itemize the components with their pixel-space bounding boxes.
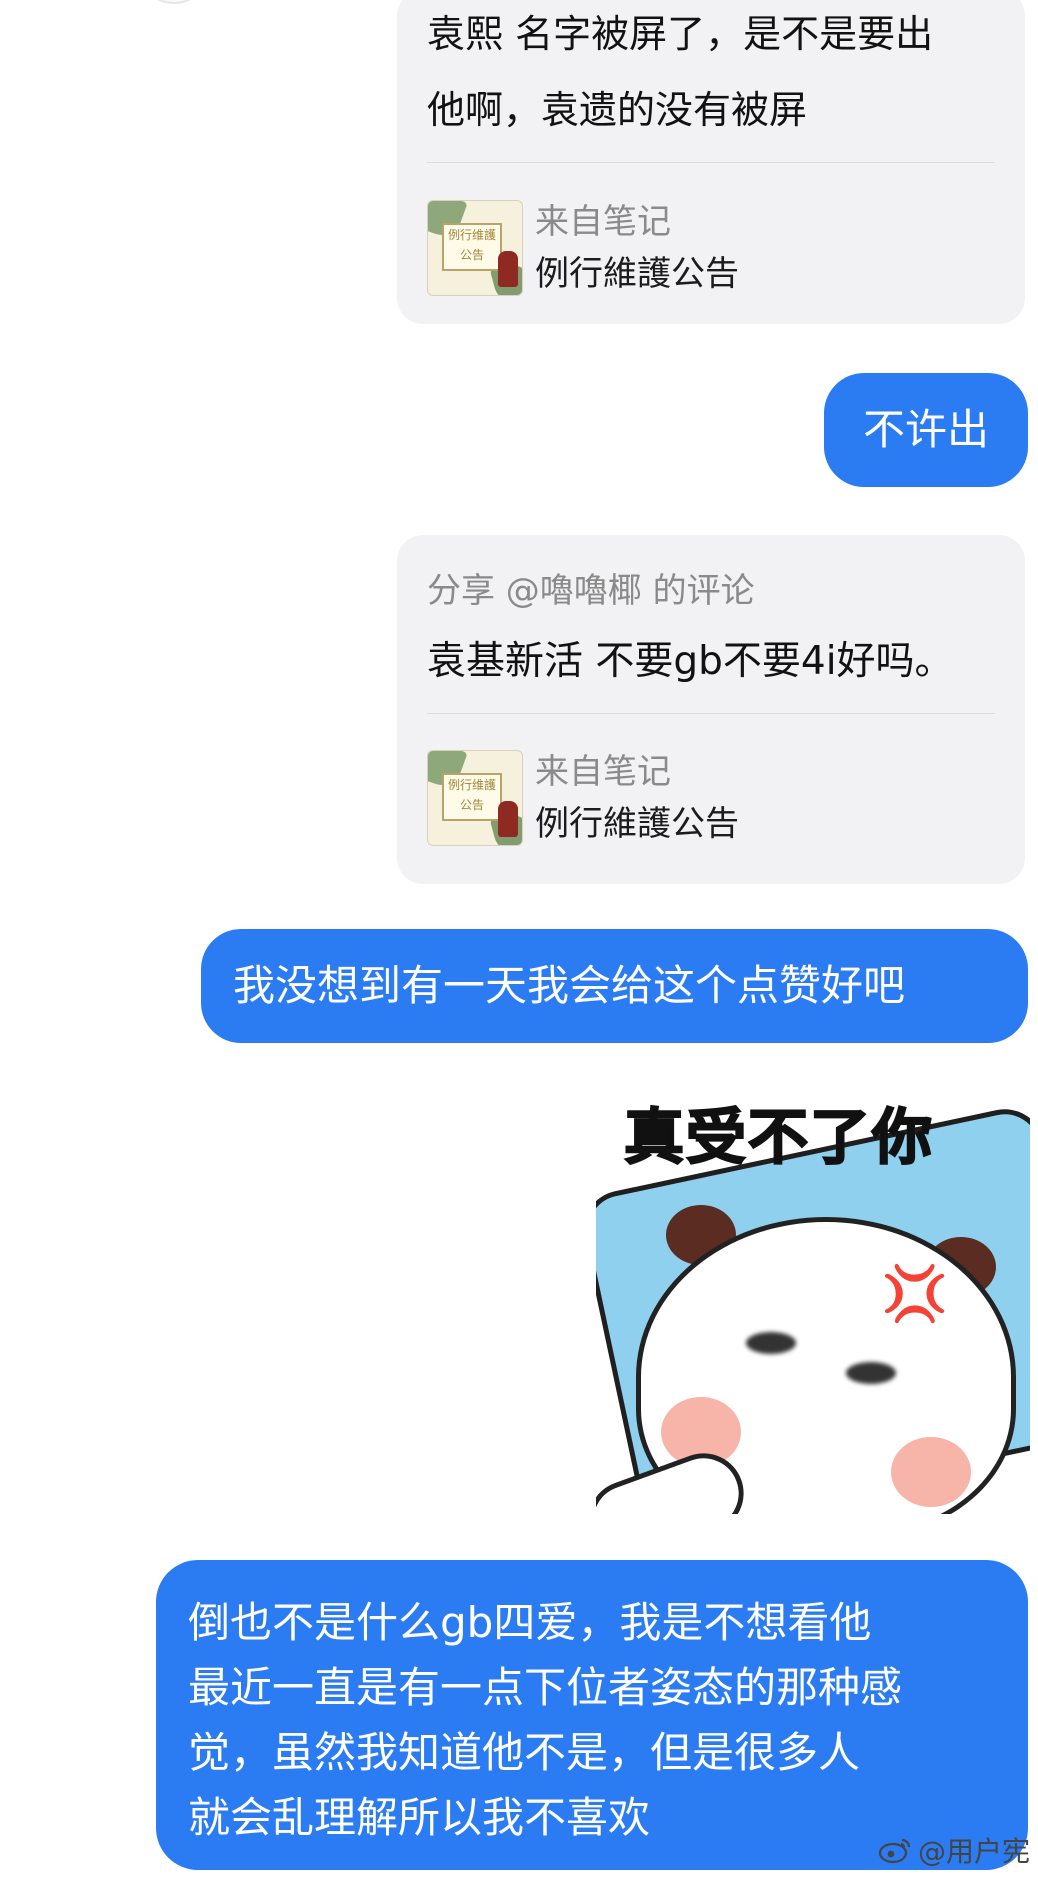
- sticker-cheek: [891, 1437, 971, 1507]
- weibo-icon: [878, 1836, 912, 1864]
- avatar[interactable]: [150, 0, 198, 4]
- share-source-line: 分享 @嚕嚕椰 的评论: [427, 571, 755, 611]
- watermark-text: @用户宪: [917, 1835, 1030, 1868]
- divider: [427, 713, 995, 714]
- message-text-line: 倒也不是什么gb四爱，我是不想看他: [188, 1598, 872, 1647]
- note-title: 例行維護公告: [535, 804, 739, 844]
- note-link[interactable]: 例行维護 公告 来自笔记 例行維護公告: [427, 746, 995, 850]
- shared-comment-card[interactable]: 分享 @嚕嚕椰 的评论 袁基新活 不要gb不要4i好吗。 例行维護 公告 来自笔记…: [397, 535, 1025, 884]
- shared-comment-text: 袁基新活 不要gb不要4i好吗。: [427, 639, 954, 684]
- message-text-line: 他啊，袁遗的没有被屏: [427, 88, 808, 132]
- shared-note-card[interactable]: 袁熙 名字被屏了，是不是要出 他啊，袁遗的没有被屏 例行维護 公告 来自笔记 例行…: [397, 0, 1025, 324]
- anger-symbol-icon: 💢: [881, 1262, 949, 1325]
- sent-message-bubble[interactable]: 我没想到有一天我会给这个点赞好吧: [201, 929, 1028, 1043]
- message-text: 不许出: [862, 405, 989, 454]
- note-source-label: 来自笔记: [535, 752, 671, 792]
- note-title: 例行維護公告: [535, 254, 739, 294]
- message-text-line: 觉，虽然我知道他不是，但是很多人: [188, 1728, 861, 1777]
- message-text-line: 袁熙 名字被屏了，是不是要出: [427, 12, 934, 56]
- note-link[interactable]: 例行维護 公告 来自笔记 例行維護公告: [427, 196, 995, 300]
- divider: [427, 162, 995, 163]
- sticker-caption: 真受不了你: [623, 1102, 934, 1174]
- sticker-eye: [846, 1362, 896, 1384]
- message-text-line: 最近一直是有一点下位者姿态的那种感: [188, 1663, 903, 1712]
- note-thumbnail: 例行维護 公告: [427, 750, 523, 846]
- sticker-eye: [746, 1332, 796, 1354]
- sent-message-bubble[interactable]: 倒也不是什么gb四爱，我是不想看他 最近一直是有一点下位者姿态的那种感 觉，虽然…: [156, 1560, 1028, 1870]
- note-source-label: 来自笔记: [535, 202, 671, 242]
- watermark: @用户宪: [878, 1830, 1030, 1870]
- note-thumbnail: 例行维護 公告: [427, 200, 523, 296]
- sent-message-bubble[interactable]: 不许出: [824, 373, 1028, 487]
- message-text: 我没想到有一天我会给这个点赞好吧: [233, 961, 906, 1010]
- sticker-image[interactable]: 💢 真受不了你: [596, 1097, 1030, 1514]
